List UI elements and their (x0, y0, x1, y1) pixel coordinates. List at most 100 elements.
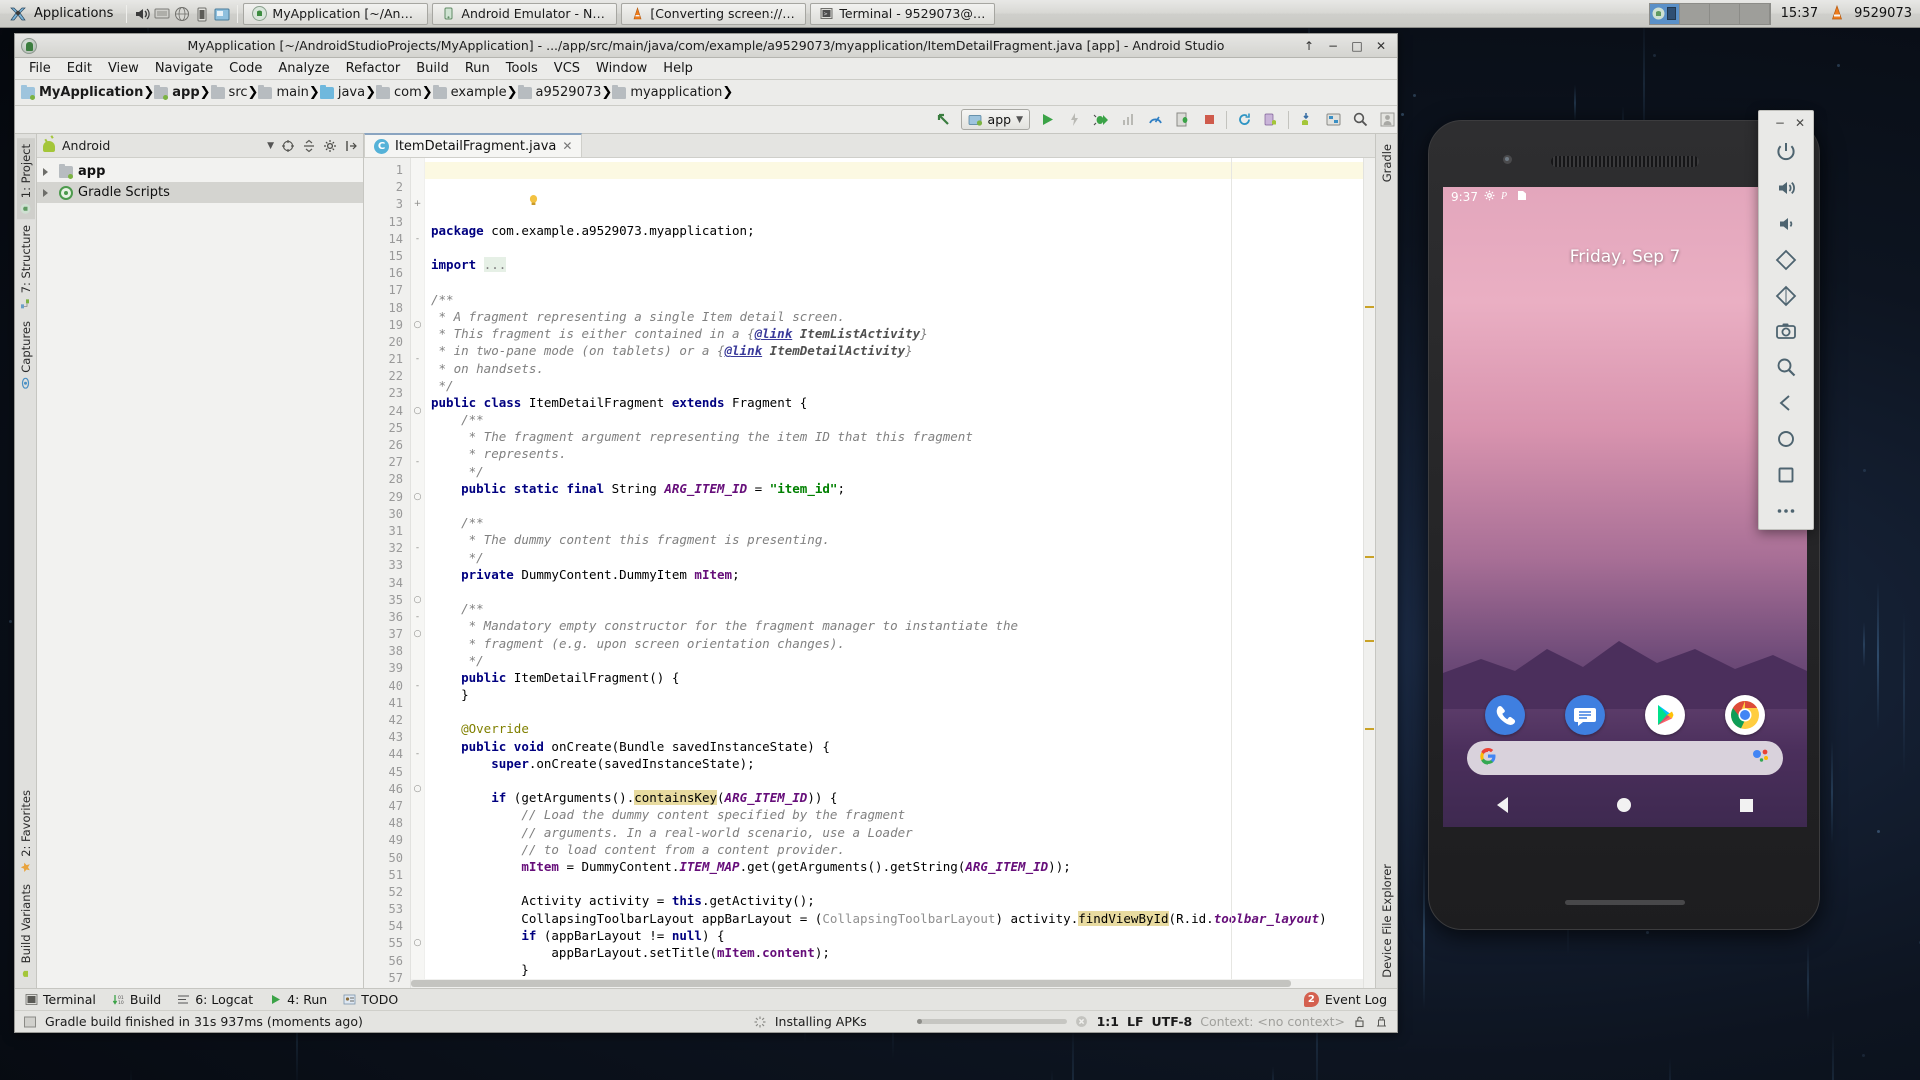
fold-marker[interactable] (411, 918, 424, 935)
code-content[interactable]: package com.example.a9529073.myapplicati… (425, 158, 1363, 988)
code-line[interactable] (431, 274, 1363, 291)
code-line[interactable]: mItem = DummyContent.ITEM_MAP.get(getArg… (431, 858, 1363, 875)
code-line[interactable]: */ (431, 463, 1363, 480)
layout-inspector-icon[interactable] (1323, 110, 1343, 130)
close-button[interactable]: ✕ (1795, 116, 1805, 130)
code-line[interactable]: if (getArguments().containsKey(ARG_ITEM_… (431, 789, 1363, 806)
sync-gradle-icon[interactable] (1234, 110, 1254, 130)
close-button[interactable]: ✕ (1375, 39, 1387, 53)
code-editor[interactable]: 1 2 3 13 14 15 16 17 18 19 20 21 22 23 24 25 26 27 28 29 30 3… (364, 158, 1375, 988)
bottom-tab-logcat[interactable]: 6: Logcat (177, 992, 253, 1007)
code-line[interactable]: @Override (431, 720, 1363, 737)
menu-file[interactable]: File (21, 59, 59, 78)
fold-marker[interactable] (411, 832, 424, 849)
breadcrumb-item-example[interactable]: example (433, 85, 507, 100)
code-line[interactable]: * This fragment is either contained in a… (431, 325, 1363, 342)
breadcrumb-item-a9529073[interactable]: a9529073 (518, 85, 602, 100)
editor-tab-itemdetailfragment[interactable]: C ItemDetailFragment.java ✕ (364, 133, 582, 157)
fold-marker[interactable] (411, 523, 424, 540)
screenshot-button[interactable] (1764, 314, 1808, 350)
menu-edit[interactable]: Edit (59, 59, 100, 78)
fold-marker[interactable]: - (411, 540, 424, 557)
workspace-1[interactable] (1650, 4, 1680, 24)
fold-marker[interactable] (411, 368, 424, 385)
chevron-down-icon[interactable]: ▼ (267, 141, 274, 151)
home-button[interactable] (1764, 421, 1808, 457)
fold-marker[interactable] (411, 557, 424, 574)
code-line[interactable]: * A fragment representing a single Item … (431, 308, 1363, 325)
code-line[interactable]: * on handsets. (431, 360, 1363, 377)
minimize-button[interactable]: − (1327, 39, 1339, 53)
power-button[interactable] (1764, 134, 1808, 170)
fold-marker[interactable] (411, 437, 424, 454)
code-line[interactable]: public void onCreate(Bundle savedInstanc… (431, 738, 1363, 755)
fold-marker[interactable] (411, 420, 424, 437)
fold-marker[interactable] (411, 729, 424, 746)
applications-menu[interactable]: Applications (0, 0, 121, 27)
caret-position[interactable]: 1:1 (1097, 1014, 1119, 1029)
menu-view[interactable]: View (100, 59, 147, 78)
fold-marker[interactable] (411, 712, 424, 729)
sidebar-item-project[interactable]: 1: Project (17, 138, 35, 219)
code-line[interactable]: /** (431, 411, 1363, 428)
back-arrow-icon[interactable] (934, 110, 954, 130)
code-line[interactable]: } (431, 961, 1363, 978)
maximize-up-button[interactable]: ↑ (1303, 39, 1315, 53)
code-line[interactable]: public ItemDetailFragment() { (431, 669, 1363, 686)
google-search-bar[interactable] (1467, 741, 1783, 775)
breadcrumb-item-main[interactable]: main (258, 85, 308, 100)
fold-marker[interactable] (411, 248, 424, 265)
sidebar-item-gradle[interactable]: Gradle (1378, 138, 1396, 186)
code-line[interactable]: * The fragment argument representing the… (431, 428, 1363, 445)
fold-marker[interactable]: ○ (411, 781, 424, 798)
code-line[interactable]: import ... (431, 256, 1363, 273)
hide-icon[interactable] (343, 138, 358, 153)
fold-marker[interactable] (411, 643, 424, 660)
code-line[interactable] (431, 703, 1363, 720)
chevron-right-icon[interactable] (43, 168, 48, 176)
fold-marker[interactable] (411, 660, 424, 677)
close-icon[interactable]: ✕ (562, 139, 572, 153)
fold-marker[interactable] (411, 953, 424, 970)
fold-marker[interactable] (411, 282, 424, 299)
fold-marker[interactable]: - (411, 231, 424, 248)
volume-icon[interactable] (132, 4, 152, 24)
display-icon[interactable] (152, 4, 172, 24)
code-line[interactable]: // Load the dummy content specified by t… (431, 806, 1363, 823)
inspections-icon[interactable] (1375, 1015, 1389, 1029)
collapse-all-icon[interactable] (301, 138, 316, 153)
rotate-right-button[interactable] (1764, 278, 1808, 314)
battery-icon[interactable] (192, 4, 212, 24)
menu-window[interactable]: Window (588, 59, 655, 78)
intention-bulb-icon[interactable] (437, 179, 450, 192)
code-line[interactable]: private DummyContent.DummyItem mItem; (431, 566, 1363, 583)
code-line[interactable] (431, 875, 1363, 892)
code-folding-column[interactable]: + - ○ - ○ - ○ - ○ - ○ - - ○ ○ (411, 158, 425, 988)
zoom-button[interactable] (1764, 349, 1808, 385)
breadcrumb-item-src[interactable]: src (211, 85, 248, 100)
code-line[interactable] (431, 583, 1363, 600)
menu-run[interactable]: Run (457, 59, 498, 78)
debug-icon[interactable] (1091, 110, 1111, 130)
event-log-button[interactable]: 2 Event Log (1304, 992, 1387, 1007)
fold-marker[interactable] (411, 815, 424, 832)
code-line[interactable]: /** (431, 514, 1363, 531)
sidebar-item-structure[interactable]: 7: Structure (17, 219, 35, 314)
fold-marker[interactable]: - (411, 454, 424, 471)
fold-marker[interactable]: ○ (411, 592, 424, 609)
menu-vcs[interactable]: VCS (546, 59, 588, 78)
overview-button[interactable] (1764, 457, 1808, 493)
code-line[interactable]: */ (431, 652, 1363, 669)
bottom-tab-build[interactable]: 01 10 Build (112, 992, 161, 1007)
bottom-tab-run[interactable]: 4: Run (269, 992, 327, 1007)
bottom-tab-todo[interactable]: TODO (343, 992, 398, 1007)
menu-refactor[interactable]: Refactor (338, 59, 409, 78)
back-button[interactable] (1764, 385, 1808, 421)
menu-analyze[interactable]: Analyze (270, 59, 337, 78)
sidebar-item-device-file-explorer[interactable]: Device File Explorer (1378, 858, 1396, 984)
run-configuration-selector[interactable]: app ▼ (961, 109, 1030, 130)
code-line[interactable]: * in two-pane mode (on tablets) or a {@l… (431, 342, 1363, 359)
date-widget[interactable]: Friday, Sep 7 (1443, 247, 1807, 267)
settings-gear-icon[interactable] (322, 138, 337, 153)
code-line[interactable]: * Mandatory empty constructor for the fr… (431, 617, 1363, 634)
